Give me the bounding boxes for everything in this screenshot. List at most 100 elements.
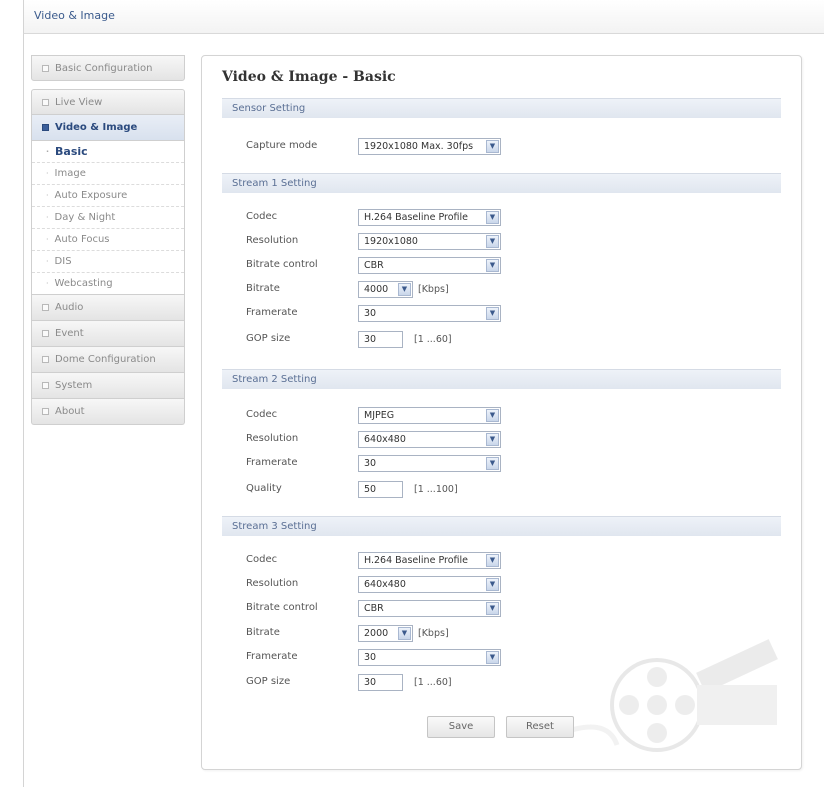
breadcrumb-bar: Video & Image	[23, 0, 824, 34]
dot-icon: ·	[46, 191, 49, 200]
submenu-item-day-night[interactable]: · Day & Night	[32, 207, 184, 229]
dot-icon: ·	[46, 235, 49, 244]
sidebar-item-label: Audio	[55, 302, 84, 313]
chevron-down-icon[interactable]: ▼	[486, 457, 499, 470]
stream3-resolution-select[interactable]: 640x480 ▼	[358, 576, 501, 593]
breadcrumb-title: Video & Image	[34, 9, 115, 22]
sidebar-item-system[interactable]: System	[31, 373, 185, 399]
chevron-down-icon[interactable]: ▼	[486, 259, 499, 272]
quality-range: [1 ...100]	[414, 484, 458, 495]
stream1-codec-select[interactable]: H.264 Baseline Profile ▼	[358, 209, 501, 226]
capture-mode-row: Capture mode 1920x1080 Max. 30fps ▼	[246, 138, 766, 156]
sidebar-item-event[interactable]: Event	[31, 321, 185, 347]
stream2-codec-select[interactable]: MJPEG ▼	[358, 407, 501, 424]
submenu-item-label: Day & Night	[54, 212, 116, 223]
stream3-gop-input[interactable]: 30	[358, 674, 403, 691]
framerate-value: 30	[364, 652, 377, 663]
chevron-down-icon[interactable]: ▼	[486, 409, 499, 422]
save-button[interactable]: Save	[427, 716, 495, 738]
sidebar-item-basic-configuration[interactable]: Basic Configuration	[31, 55, 185, 81]
stream1-framerate-select[interactable]: 30 ▼	[358, 305, 501, 322]
chevron-down-icon[interactable]: ▼	[486, 433, 499, 446]
stream2-framerate-select[interactable]: 30 ▼	[358, 455, 501, 472]
sidebar-item-dome-configuration[interactable]: Dome Configuration	[31, 347, 185, 373]
square-bullet-icon	[42, 64, 49, 72]
capture-mode-value: 1920x1080 Max. 30fps	[364, 141, 474, 152]
content-panel: Video & Image - Basic Sensor Setting Cap…	[201, 55, 802, 770]
section-header-sensor: Sensor Setting	[222, 98, 781, 118]
stream1-resolution-row: Resolution 1920x1080 ▼	[246, 233, 766, 251]
chevron-down-icon[interactable]: ▼	[486, 140, 499, 153]
capture-mode-select[interactable]: 1920x1080 Max. 30fps ▼	[358, 138, 501, 155]
reset-button[interactable]: Reset	[506, 716, 574, 738]
resolution-label: Resolution	[246, 235, 299, 246]
submenu-item-label: DIS	[54, 256, 72, 267]
submenu-item-auto-focus[interactable]: · Auto Focus	[32, 229, 184, 251]
bitrate-label: Bitrate	[246, 283, 280, 294]
square-bullet-icon	[42, 304, 49, 311]
gop-value: 30	[364, 334, 377, 345]
chevron-down-icon[interactable]: ▼	[398, 283, 411, 296]
stream2-resolution-row: Resolution 640x480 ▼	[246, 431, 766, 449]
stream3-codec-select[interactable]: H.264 Baseline Profile ▼	[358, 552, 501, 569]
chevron-down-icon[interactable]: ▼	[486, 578, 499, 591]
gop-value: 30	[364, 677, 377, 688]
sidebar-item-live-view[interactable]: Live View	[31, 89, 185, 115]
video-image-submenu: · Basic · Image · Auto Exposure · Day & Nigh…	[31, 141, 185, 295]
stream3-bitrate-select[interactable]: 2000 ▼	[358, 625, 413, 642]
capture-mode-label: Capture mode	[246, 140, 318, 151]
bitrate-unit: [Kbps]	[418, 284, 449, 295]
bitrate-control-value: CBR	[364, 260, 384, 271]
stream1-resolution-select[interactable]: 1920x1080 ▼	[358, 233, 501, 250]
chevron-down-icon[interactable]: ▼	[486, 211, 499, 224]
stream1-bitrate-control-select[interactable]: CBR ▼	[358, 257, 501, 274]
submenu-item-label: Webcasting	[54, 278, 113, 289]
square-bullet-icon	[42, 98, 49, 106]
submenu-item-dis[interactable]: · DIS	[32, 251, 184, 273]
stream3-codec-row: Codec H.264 Baseline Profile ▼	[246, 552, 766, 570]
sidebar-item-video-image[interactable]: Video & Image	[31, 115, 185, 141]
submenu-item-webcasting[interactable]: · Webcasting	[32, 273, 184, 295]
chevron-down-icon[interactable]: ▼	[486, 235, 499, 248]
dot-icon: ·	[46, 213, 49, 222]
chevron-down-icon[interactable]: ▼	[486, 602, 499, 615]
page-title: Video & Image - Basic	[222, 69, 396, 85]
stream3-framerate-select[interactable]: 30 ▼	[358, 649, 501, 666]
sidebar-item-audio[interactable]: Audio	[31, 295, 185, 321]
stream3-bitrate-row: Bitrate 2000 ▼ [Kbps]	[246, 625, 766, 643]
stream3-bitrate-control-select[interactable]: CBR ▼	[358, 600, 501, 617]
sidebar-item-label: System	[55, 380, 93, 391]
stream1-bitrate-row: Bitrate 4000 ▼ [Kbps]	[246, 281, 766, 299]
submenu-item-label: Basic	[55, 145, 88, 158]
gop-label: GOP size	[246, 333, 291, 344]
submenu-item-image[interactable]: · Image	[32, 163, 184, 185]
sidebar-item-about[interactable]: About	[31, 399, 185, 425]
chevron-down-icon[interactable]: ▼	[398, 627, 411, 640]
submenu-item-auto-exposure[interactable]: · Auto Exposure	[32, 185, 184, 207]
sidebar-item-label: Dome Configuration	[55, 354, 156, 365]
codec-value: H.264 Baseline Profile	[364, 555, 468, 566]
stream1-gop-input[interactable]: 30	[358, 331, 403, 348]
framerate-label: Framerate	[246, 307, 298, 318]
bitrate-value: 4000	[364, 284, 389, 295]
chevron-down-icon[interactable]: ▼	[486, 651, 499, 664]
chevron-down-icon[interactable]: ▼	[486, 554, 499, 567]
submenu-item-basic[interactable]: · Basic	[32, 141, 184, 163]
gop-label: GOP size	[246, 676, 291, 687]
codec-value: MJPEG	[364, 410, 395, 421]
codec-value: H.264 Baseline Profile	[364, 212, 468, 223]
gop-range: [1 ...60]	[414, 334, 452, 345]
bitrate-control-label: Bitrate control	[246, 602, 318, 613]
stream1-bitrate-select[interactable]: 4000 ▼	[358, 281, 413, 298]
resolution-value: 640x480	[364, 579, 406, 590]
stream2-quality-input[interactable]: 50	[358, 481, 403, 498]
framerate-value: 30	[364, 308, 377, 319]
section-header-stream1: Stream 1 Setting	[222, 173, 781, 193]
codec-label: Codec	[246, 554, 278, 565]
submenu-item-label: Image	[54, 168, 86, 179]
stream3-resolution-row: Resolution 640x480 ▼	[246, 576, 766, 594]
stream2-resolution-select[interactable]: 640x480 ▼	[358, 431, 501, 448]
framerate-value: 30	[364, 458, 377, 469]
stream3-gop-row: GOP size 30 [1 ...60]	[246, 674, 766, 692]
chevron-down-icon[interactable]: ▼	[486, 307, 499, 320]
